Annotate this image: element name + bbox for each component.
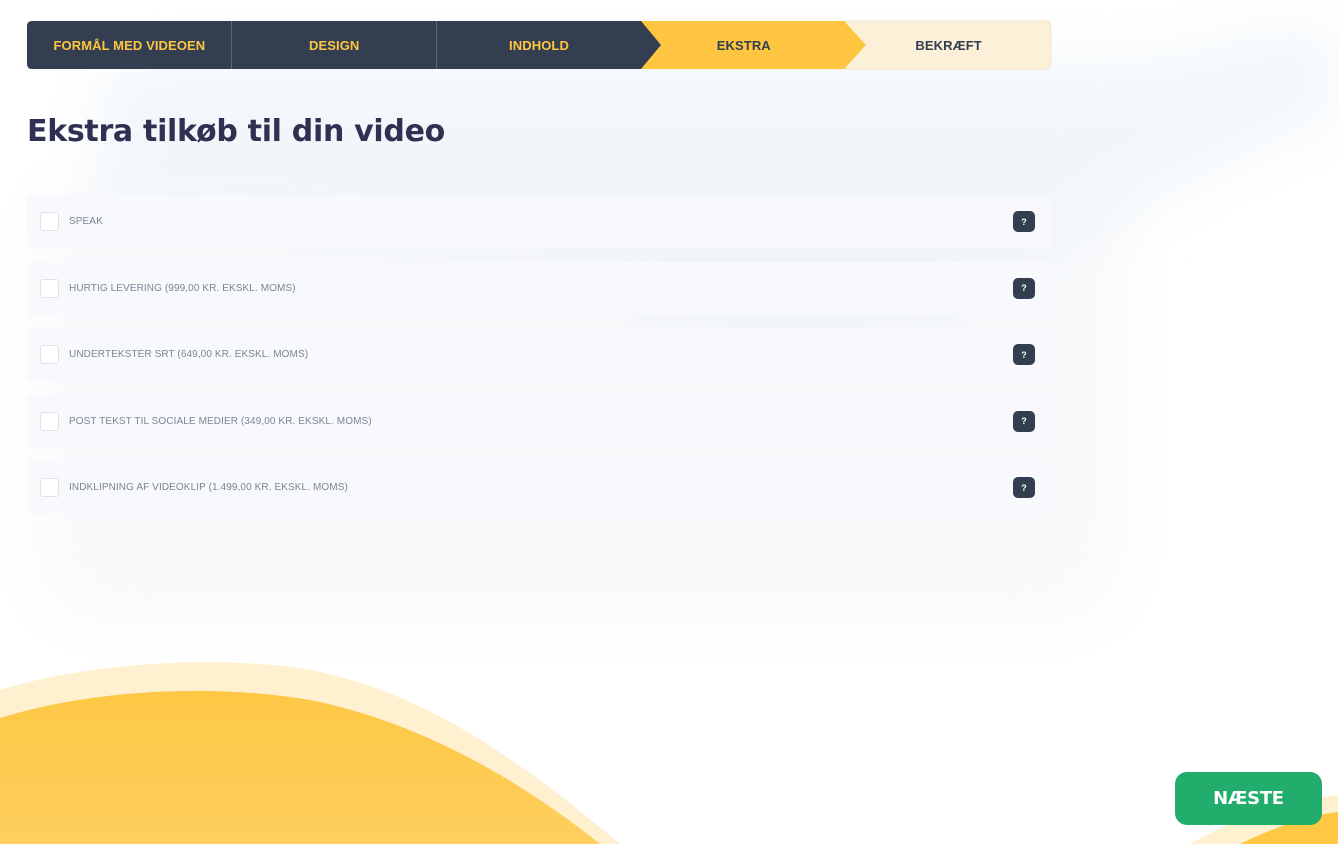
option-label: SPEAK — [69, 216, 103, 227]
option-speak[interactable]: SPEAK ? — [27, 195, 1051, 248]
help-icon[interactable]: ? — [1013, 344, 1035, 365]
option-post-tekst[interactable]: POST TEKST TIL SOCIALE MEDIER (349,00 KR… — [27, 394, 1051, 448]
step-indhold[interactable]: INDHOLD — [436, 21, 642, 69]
help-icon[interactable]: ? — [1013, 211, 1035, 232]
step-label: INDHOLD — [509, 37, 569, 53]
option-hurtig-levering[interactable]: HURTIG LEVERING (999,00 KR. EKSKL. MOMS)… — [27, 261, 1051, 315]
option-indklipning[interactable]: INDKLIPNING AF VIDEOKLIP (1.499,00 KR. E… — [27, 461, 1051, 514]
checkbox[interactable] — [40, 478, 59, 497]
progress-stepper: FORMÅL MED VIDEOEN DESIGN INDHOLD EKSTRA… — [27, 20, 1052, 70]
checkbox[interactable] — [40, 278, 59, 298]
checkbox[interactable] — [40, 411, 59, 431]
step-label: BEKRÆFT — [915, 37, 982, 53]
checkbox[interactable] — [40, 212, 59, 231]
step-bekraeft[interactable]: BEKRÆFT — [844, 20, 1052, 70]
option-label: HURTIG LEVERING (999,00 KR. EKSKL. MOMS) — [69, 282, 296, 294]
option-undertekster[interactable]: UNDERTEKSTER SRT (649,00 KR. EKSKL. MOMS… — [27, 328, 1051, 381]
help-icon[interactable]: ? — [1013, 477, 1035, 498]
page-title: Ekstra tilkøb til din video — [27, 114, 445, 149]
step-label: DESIGN — [308, 37, 360, 53]
step-design[interactable]: DESIGN — [231, 21, 437, 69]
step-label: EKSTRA — [716, 37, 771, 53]
option-label: INDKLIPNING AF VIDEOKLIP (1.499,00 KR. E… — [69, 482, 348, 493]
step-ekstra[interactable]: EKSTRA — [629, 21, 847, 69]
option-label: UNDERTEKSTER SRT (649,00 KR. EKSKL. MOMS… — [69, 349, 309, 360]
help-icon[interactable]: ? — [1013, 410, 1035, 432]
next-button[interactable]: NÆSTE — [1175, 772, 1322, 825]
option-label: POST TEKST TIL SOCIALE MEDIER (349,00 KR… — [69, 415, 372, 427]
extras-list: SPEAK ? HURTIG LEVERING (999,00 KR. EKSK… — [27, 195, 1051, 528]
step-label: FORMÅL MED VIDEOEN — [53, 37, 206, 53]
help-icon[interactable]: ? — [1013, 277, 1035, 299]
checkbox[interactable] — [40, 345, 59, 364]
step-formaal[interactable]: FORMÅL MED VIDEOEN — [27, 21, 232, 69]
